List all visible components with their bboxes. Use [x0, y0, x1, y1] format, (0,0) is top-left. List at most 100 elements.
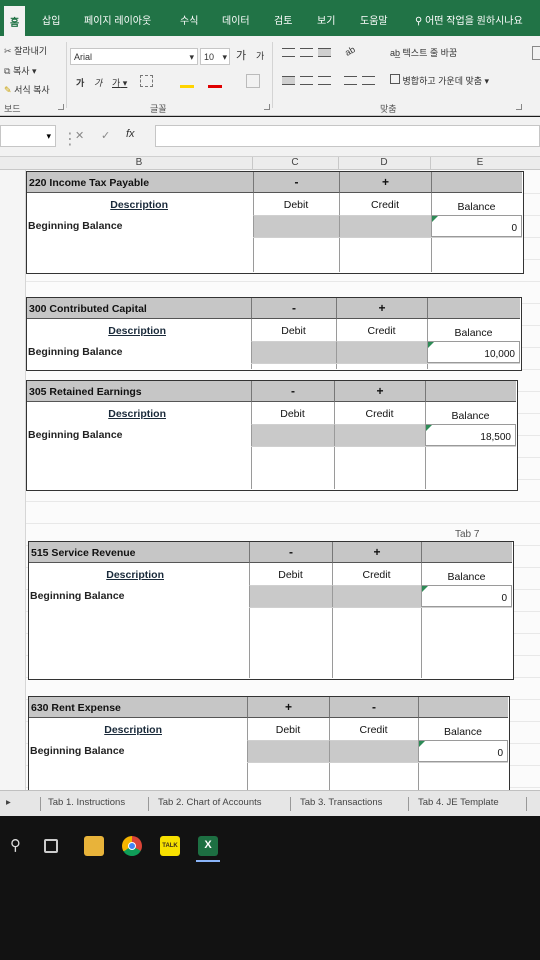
column-header-d[interactable]: D: [338, 157, 430, 168]
align-middle-icon[interactable]: [300, 48, 313, 57]
beginning-credit-cell[interactable]: [332, 585, 421, 607]
balance-header[interactable]: Balance: [421, 571, 512, 583]
debit-header[interactable]: Debit: [247, 724, 329, 736]
align-left-icon[interactable]: [282, 76, 295, 85]
grow-font-button[interactable]: 가: [236, 47, 246, 63]
beginning-balance-label[interactable]: Beginning Balance: [28, 346, 123, 358]
debit-header[interactable]: Debit: [249, 569, 332, 581]
font-size-dropdown[interactable]: 10 ▾: [200, 48, 230, 65]
beginning-balance-label[interactable]: Beginning Balance: [30, 590, 125, 602]
debit-sign[interactable]: -: [249, 542, 332, 563]
underline-button[interactable]: 가 ▾: [112, 76, 127, 89]
balance-header[interactable]: Balance: [425, 410, 516, 422]
sheet-tab-instructions[interactable]: Tab 1. Instructions: [48, 797, 125, 808]
balance-sign-cell[interactable]: [421, 542, 512, 563]
orientation-icon[interactable]: ab: [343, 44, 357, 58]
account-title[interactable]: 515 Service Revenue: [29, 542, 249, 563]
align-top-icon[interactable]: [282, 48, 295, 57]
debit-sign[interactable]: +: [247, 697, 329, 718]
increase-indent-icon[interactable]: [362, 76, 375, 85]
beginning-balance-value[interactable]: 10,000: [427, 349, 515, 360]
copy-button[interactable]: ⧉ 복사 ▾: [4, 64, 37, 77]
beginning-debit-cell[interactable]: [253, 215, 339, 237]
scroll-left-icon[interactable]: ▸: [6, 797, 11, 808]
worksheet[interactable]: B C D E 220 Income Tax Payable - + Descript…: [0, 157, 540, 800]
phonetic-icon[interactable]: [246, 74, 260, 88]
balance-sign-cell[interactable]: [425, 381, 516, 402]
file-explorer-icon[interactable]: [84, 836, 104, 856]
beginning-balance-value[interactable]: 18,500: [425, 432, 511, 443]
account-title[interactable]: 300 Contributed Capital: [27, 298, 251, 319]
account-title[interactable]: 220 Income Tax Payable: [27, 172, 253, 193]
beginning-debit-cell[interactable]: [251, 341, 336, 363]
font-color-icon[interactable]: [208, 74, 222, 88]
credit-sign[interactable]: -: [329, 697, 418, 718]
beginning-balance-value[interactable]: 0: [418, 748, 503, 759]
enter-icon[interactable]: ✓: [101, 129, 110, 142]
credit-sign[interactable]: +: [334, 381, 425, 402]
description-header[interactable]: Description: [27, 325, 166, 337]
beginning-debit-cell[interactable]: [251, 424, 334, 446]
decrease-indent-icon[interactable]: [344, 76, 357, 85]
credit-header[interactable]: Credit: [334, 408, 425, 420]
tab-review[interactable]: 검토: [274, 12, 292, 27]
tab-formulas[interactable]: 수식: [180, 12, 198, 27]
credit-sign[interactable]: +: [332, 542, 421, 563]
credit-header[interactable]: Credit: [339, 199, 431, 211]
balance-sign-cell[interactable]: [431, 172, 522, 193]
cancel-icon[interactable]: ✕: [75, 129, 84, 142]
tab-help[interactable]: 도움말: [360, 12, 388, 27]
kakaotalk-icon[interactable]: TALK: [160, 836, 180, 856]
credit-sign[interactable]: +: [336, 298, 427, 319]
beginning-balance-label[interactable]: Beginning Balance: [28, 429, 123, 441]
cut-button[interactable]: ✂ 잘라내기: [4, 44, 47, 57]
account-title[interactable]: 305 Retained Earnings: [27, 381, 251, 402]
debit-header[interactable]: Debit: [253, 199, 339, 211]
debit-sign[interactable]: -: [251, 298, 336, 319]
border-icon[interactable]: [140, 75, 153, 87]
clipboard-launcher-icon[interactable]: [58, 104, 64, 110]
credit-sign[interactable]: +: [339, 172, 431, 193]
debit-header[interactable]: Debit: [251, 325, 336, 337]
description-header[interactable]: Description: [27, 199, 168, 211]
tab-home[interactable]: 홈: [4, 6, 26, 36]
wrap-text-button[interactable]: ab̲ 텍스트 줄 바꿈: [390, 46, 457, 59]
description-header[interactable]: Description: [29, 724, 162, 736]
shrink-font-button[interactable]: 가: [256, 49, 264, 62]
chrome-icon[interactable]: [122, 836, 142, 856]
beginning-credit-cell[interactable]: [339, 215, 431, 237]
excel-icon[interactable]: X: [198, 836, 218, 856]
sheet-tab-je-template[interactable]: Tab 4. JE Template: [418, 797, 499, 808]
column-header-e[interactable]: E: [430, 157, 530, 168]
alignment-launcher-icon[interactable]: [516, 104, 522, 110]
beginning-balance-label[interactable]: Beginning Balance: [30, 745, 125, 757]
column-header-b[interactable]: B: [26, 157, 252, 168]
description-header[interactable]: Description: [27, 408, 166, 420]
tab-page-layout[interactable]: 페이지 레이아웃: [84, 12, 151, 27]
balance-header[interactable]: Balance: [431, 201, 522, 213]
formula-input[interactable]: [155, 125, 540, 147]
beginning-balance-value[interactable]: 0: [431, 223, 517, 234]
align-right-icon[interactable]: [318, 76, 331, 85]
sheet-tab-transactions[interactable]: Tab 3. Transactions: [300, 797, 382, 808]
italic-button[interactable]: 가: [94, 76, 102, 89]
debit-sign[interactable]: -: [253, 172, 339, 193]
column-header-c[interactable]: C: [252, 157, 338, 168]
credit-header[interactable]: Credit: [329, 724, 418, 736]
beginning-credit-cell[interactable]: [329, 740, 418, 762]
beginning-balance-label[interactable]: Beginning Balance: [28, 220, 123, 232]
font-name-dropdown[interactable]: Arial ▾: [70, 48, 198, 65]
debit-header[interactable]: Debit: [251, 408, 334, 420]
sheet-tab-chart-of-accounts[interactable]: Tab 2. Chart of Accounts: [158, 797, 262, 808]
search-icon[interactable]: ⚲: [10, 836, 30, 856]
tab-insert[interactable]: 삽입: [42, 12, 60, 27]
format-painter-button[interactable]: ✎ 서식 복사: [4, 83, 50, 96]
font-launcher-icon[interactable]: [264, 104, 270, 110]
beginning-credit-cell[interactable]: [334, 424, 425, 446]
insert-function-icon[interactable]: fx: [126, 128, 135, 140]
task-view-icon[interactable]: [44, 839, 58, 853]
description-header[interactable]: Description: [29, 569, 164, 581]
fill-color-icon[interactable]: [180, 74, 194, 88]
merge-center-button[interactable]: 병합하고 가운데 맞춤 ▾: [390, 74, 489, 87]
balance-sign-cell[interactable]: [427, 298, 520, 319]
